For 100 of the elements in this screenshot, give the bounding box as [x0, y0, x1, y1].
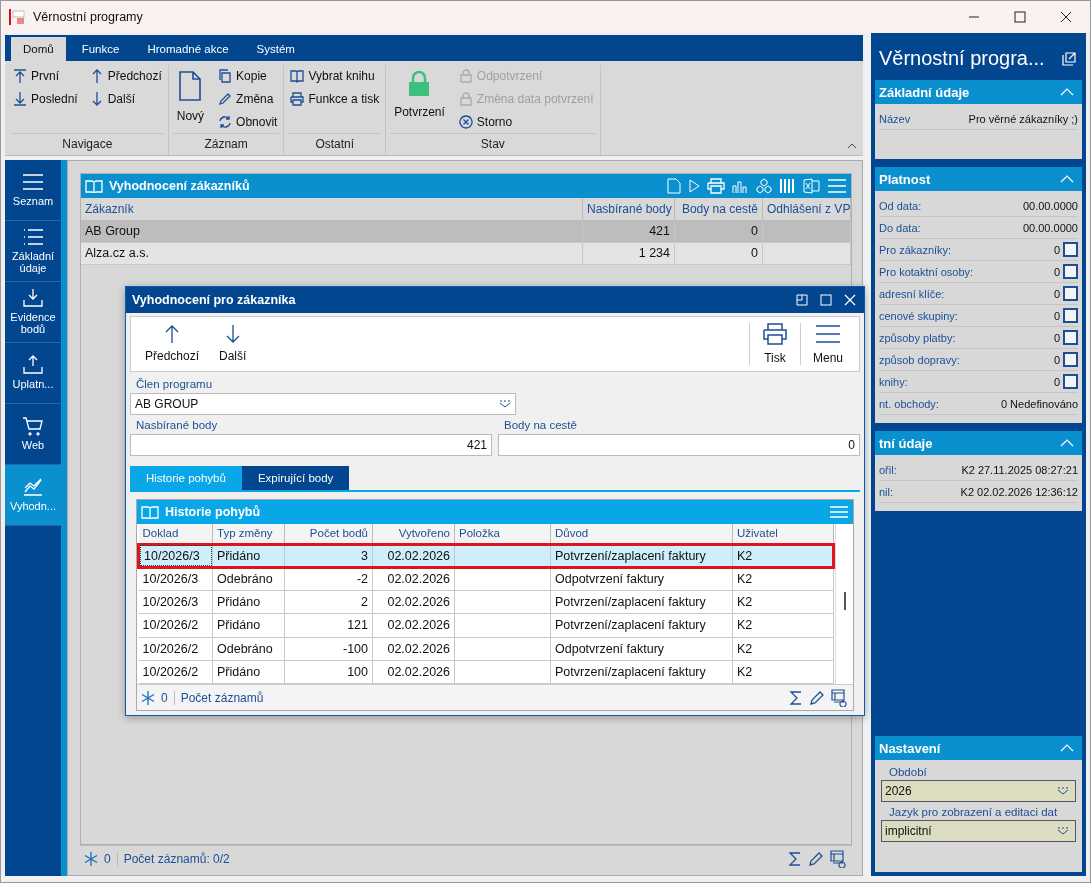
pencil-icon[interactable] — [809, 689, 825, 706]
arrow-up-icon — [164, 325, 180, 343]
ribbon-button[interactable]: První — [11, 65, 80, 86]
sidebar-item[interactable]: Uplatn... — [5, 343, 61, 404]
table-cell: Odpotvrzení faktury — [550, 567, 733, 591]
field-label: Pro zákazníky: — [879, 243, 952, 256]
table-cell: 10/2026/3 — [138, 567, 213, 591]
checkbox[interactable] — [1063, 330, 1078, 345]
dropdown-field[interactable]: 2026 — [881, 780, 1076, 802]
snowflake-icon[interactable] — [141, 690, 155, 705]
top-icon — [13, 68, 27, 83]
table-cell: K2 — [732, 590, 834, 614]
dropdown-caret-icon[interactable] — [499, 400, 511, 408]
ribbon-tab[interactable]: Domů — [11, 37, 66, 61]
ribbon-button[interactable]: Předchozí — [87, 65, 164, 86]
checkbox[interactable] — [1063, 242, 1078, 257]
record-count: 0 — [161, 690, 168, 705]
collapse-ribbon-icon[interactable] — [847, 143, 857, 149]
ribbon-large-button[interactable]: Potvrzení — [390, 65, 449, 133]
ribbon-tab[interactable]: Systém — [244, 37, 307, 61]
column-header[interactable]: Vytvořeno — [372, 524, 455, 545]
ribbon-button[interactable]: Kopie — [216, 65, 280, 86]
lock-icon — [408, 71, 431, 97]
ribbon-button[interactable]: Změna — [216, 88, 280, 109]
ribbon-tab[interactable]: Funkce — [69, 37, 132, 61]
dialog-title: Vyhodnocení pro zákazníka — [132, 293, 296, 307]
sidebar-item[interactable]: Vyhodn... — [5, 465, 61, 526]
column-header[interactable]: Počet bodů — [284, 524, 373, 545]
pencil-icon[interactable] — [808, 850, 824, 867]
ribbon-large-button[interactable]: Nový — [172, 65, 209, 133]
checkbox[interactable] — [1063, 264, 1078, 279]
toolbar-button[interactable]: Tisk — [748, 323, 800, 365]
ribbon-button[interactable]: Vybrat knihu — [288, 65, 382, 86]
pop-out-icon[interactable] — [1062, 51, 1076, 66]
checkbox[interactable] — [1063, 286, 1078, 301]
dropdown-caret-icon[interactable] — [1057, 787, 1069, 795]
toolbar-button[interactable]: Další — [209, 317, 257, 371]
printer-icon[interactable] — [707, 178, 725, 194]
tab[interactable]: Expirující body — [241, 466, 350, 490]
restore-icon[interactable] — [796, 294, 808, 306]
field-label: Název — [879, 112, 911, 125]
ribbon-button[interactable]: Další — [87, 88, 164, 109]
field-value: Pro věrné zákazníky ;) — [968, 112, 1078, 125]
toolbar-button[interactable]: Menu — [799, 323, 855, 365]
menu-icon[interactable] — [827, 178, 847, 194]
play-icon[interactable] — [687, 178, 701, 194]
table-cell: 02.02.2026 — [372, 590, 455, 614]
maximize-icon[interactable] — [1014, 11, 1026, 23]
chevron-icon[interactable] — [1060, 744, 1074, 752]
close-icon[interactable] — [1060, 11, 1072, 23]
ribbon-button[interactable]: Obnovit — [216, 111, 280, 132]
column-header[interactable]: Uživatel — [732, 524, 834, 545]
ribbon-tab[interactable]: Hromadné akce — [135, 37, 241, 61]
table-cell: 02.02.2026 — [372, 637, 455, 661]
scrollbar-thumb[interactable] — [844, 592, 847, 610]
field-value: 00.00.0000 — [1022, 199, 1078, 212]
field-label: Člen programu — [135, 378, 214, 392]
table-cell: 121 — [284, 613, 373, 637]
field-label: ořil: — [879, 463, 897, 476]
sidebar-item[interactable]: Evidence bodů — [5, 282, 61, 343]
section-title: tní údaje — [879, 435, 933, 451]
column-header[interactable]: Doklad — [138, 524, 213, 545]
toolbar-button[interactable]: Předchozí — [135, 317, 210, 371]
checkbox[interactable] — [1063, 352, 1078, 367]
column-header[interactable]: Body na cestě — [674, 198, 763, 220]
checkbox[interactable] — [1063, 308, 1078, 323]
chevron-icon[interactable] — [1060, 88, 1074, 96]
column-header[interactable]: Odhlášení z VP — [762, 198, 851, 220]
document-icon[interactable] — [667, 178, 681, 194]
sum-icon[interactable] — [788, 850, 802, 867]
checkbox[interactable] — [1063, 374, 1078, 389]
input-field[interactable]: 421 — [130, 434, 492, 456]
columns-icon[interactable] — [779, 178, 797, 194]
dropdown-caret-icon[interactable] — [1057, 827, 1069, 835]
snowflake-icon[interactable] — [84, 851, 98, 866]
dropdown-field[interactable]: implicitní — [881, 820, 1076, 842]
spreadsheet-icon[interactable] — [803, 178, 821, 194]
chevron-icon[interactable] — [1060, 175, 1074, 183]
sidebar-item[interactable]: Seznam — [5, 160, 61, 221]
table-cell: K2 — [732, 660, 834, 684]
sidebar-item[interactable]: Základní údaje — [5, 221, 61, 282]
add-table-icon[interactable] — [830, 849, 848, 868]
add-table-icon[interactable] — [831, 688, 849, 707]
sum-icon[interactable] — [789, 689, 803, 706]
cubes-icon[interactable] — [755, 178, 773, 194]
ribbon-button[interactable]: Poslední — [11, 88, 80, 109]
input-field[interactable]: 0 — [498, 434, 860, 456]
ribbon-button[interactable]: Storno — [456, 111, 596, 132]
ribbon-button[interactable]: Funkce a tisk — [288, 88, 382, 109]
chevron-icon[interactable] — [1060, 439, 1074, 447]
dropdown-field[interactable]: AB GROUP — [130, 393, 516, 415]
column-header[interactable]: Nasbírané body — [582, 198, 675, 220]
column-header[interactable]: Zákazník — [81, 198, 583, 220]
book-icon — [290, 68, 305, 83]
table-cell: 10/2026/3 — [138, 590, 213, 614]
column-header[interactable]: Důvod — [550, 524, 733, 545]
column-header[interactable]: Typ změny — [212, 524, 285, 545]
column-header[interactable]: Položka — [454, 524, 551, 545]
field-label: adresní klíče: — [879, 287, 945, 300]
table-cell: -2 — [284, 567, 373, 591]
